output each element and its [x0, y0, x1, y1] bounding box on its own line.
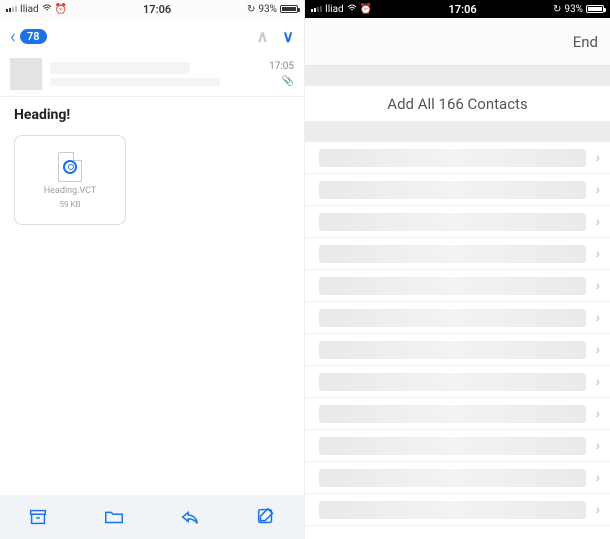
wifi-icon [42, 4, 52, 15]
contact-row[interactable]: › [305, 462, 610, 494]
contact-row[interactable]: › [305, 142, 610, 174]
unread-count-pill[interactable]: 78 [20, 29, 47, 44]
battery-icon [280, 5, 298, 13]
end-button[interactable]: End [573, 33, 598, 51]
contact-name-redacted [319, 245, 586, 263]
carrier-label: Iliad [20, 4, 39, 15]
contact-name-redacted [319, 277, 586, 295]
battery-percent: 93% [564, 4, 583, 15]
attachment-card[interactable]: Heading.VCT 59 KB [14, 135, 126, 225]
battery-icon [586, 5, 604, 13]
chevron-right-icon: › [596, 182, 600, 198]
compose-button[interactable] [255, 506, 277, 528]
prev-message-button[interactable]: ∧ [257, 27, 269, 46]
chevron-right-icon: › [596, 438, 600, 454]
vcf-file-icon [58, 152, 82, 182]
contact-name-redacted [319, 149, 586, 167]
chevron-right-icon: › [596, 278, 600, 294]
contact-name-redacted [319, 405, 586, 423]
contact-name-redacted [319, 341, 586, 359]
status-bar: Iliad ⏰ 17:06 ↻ 93% [0, 0, 304, 18]
signal-icon [6, 6, 17, 12]
sync-icon: ↻ [553, 4, 561, 15]
contact-row[interactable]: › [305, 398, 610, 430]
contact-row[interactable]: › [305, 238, 610, 270]
alarm-icon: ⏰ [360, 4, 372, 15]
contact-icon [63, 160, 77, 174]
status-time: 17:06 [449, 3, 477, 16]
contact-list[interactable]: › › › › › › › › › › › › [305, 142, 610, 539]
sync-icon: ↻ [247, 4, 255, 15]
contact-row[interactable]: › [305, 430, 610, 462]
contact-name-redacted [319, 469, 586, 487]
toolbar [0, 495, 304, 539]
chevron-right-icon: › [596, 214, 600, 230]
archive-button[interactable] [27, 506, 49, 528]
chevron-right-icon: › [596, 470, 600, 486]
contact-row[interactable]: › [305, 206, 610, 238]
nav-bar: ‹ 78 ∧ ∨ [0, 18, 304, 54]
reply-button[interactable] [179, 506, 201, 528]
contact-row[interactable]: › [305, 270, 610, 302]
message-header[interactable]: 17:05 📎 [0, 54, 304, 97]
contact-row[interactable]: › [305, 366, 610, 398]
alarm-icon: ⏰ [55, 4, 67, 15]
contact-name-redacted [319, 501, 586, 519]
message-subject: Heading! [0, 97, 304, 129]
contact-name-redacted [319, 437, 586, 455]
chevron-right-icon: › [596, 246, 600, 262]
sender-block [50, 62, 261, 86]
section-gap [305, 66, 610, 86]
contact-row[interactable]: › [305, 494, 610, 526]
next-message-button[interactable]: ∨ [282, 27, 294, 46]
chevron-right-icon: › [596, 342, 600, 358]
avatar [10, 58, 42, 90]
chevron-right-icon: › [596, 150, 600, 166]
contact-name-redacted [319, 309, 586, 327]
nav-bar: End [305, 18, 610, 66]
folder-button[interactable] [103, 506, 125, 528]
chevron-right-icon: › [596, 310, 600, 326]
chevron-right-icon: › [596, 374, 600, 390]
message-time: 17:05 [269, 61, 294, 72]
contact-name-redacted [319, 181, 586, 199]
chevron-right-icon: › [596, 502, 600, 518]
attachment-filesize: 59 KB [60, 200, 81, 209]
carrier-label: Iliad [325, 4, 344, 15]
battery-percent: 93% [258, 4, 277, 15]
contact-row[interactable]: › [305, 174, 610, 206]
mail-screen: Iliad ⏰ 17:06 ↻ 93% ‹ 78 ∧ ∨ 17:05 [0, 0, 305, 539]
signal-icon [311, 6, 322, 12]
contacts-import-screen: Iliad ⏰ 17:06 ↻ 93% End Add All 166 Cont… [305, 0, 610, 539]
contact-name-redacted [319, 213, 586, 231]
add-all-contacts-button[interactable]: Add All 166 Contacts [305, 86, 610, 122]
contact-row[interactable]: › [305, 334, 610, 366]
status-bar: Iliad ⏰ 17:06 ↻ 93% [305, 0, 610, 18]
contact-name-redacted [319, 373, 586, 391]
section-gap [305, 122, 610, 142]
attachment-filename: Heading.VCT [44, 186, 97, 196]
status-time: 17:06 [143, 3, 171, 16]
back-button[interactable]: ‹ [10, 24, 16, 48]
chevron-right-icon: › [596, 406, 600, 422]
contact-row[interactable]: › [305, 302, 610, 334]
attachment-icon: 📎 [282, 76, 294, 87]
wifi-icon [347, 4, 357, 15]
